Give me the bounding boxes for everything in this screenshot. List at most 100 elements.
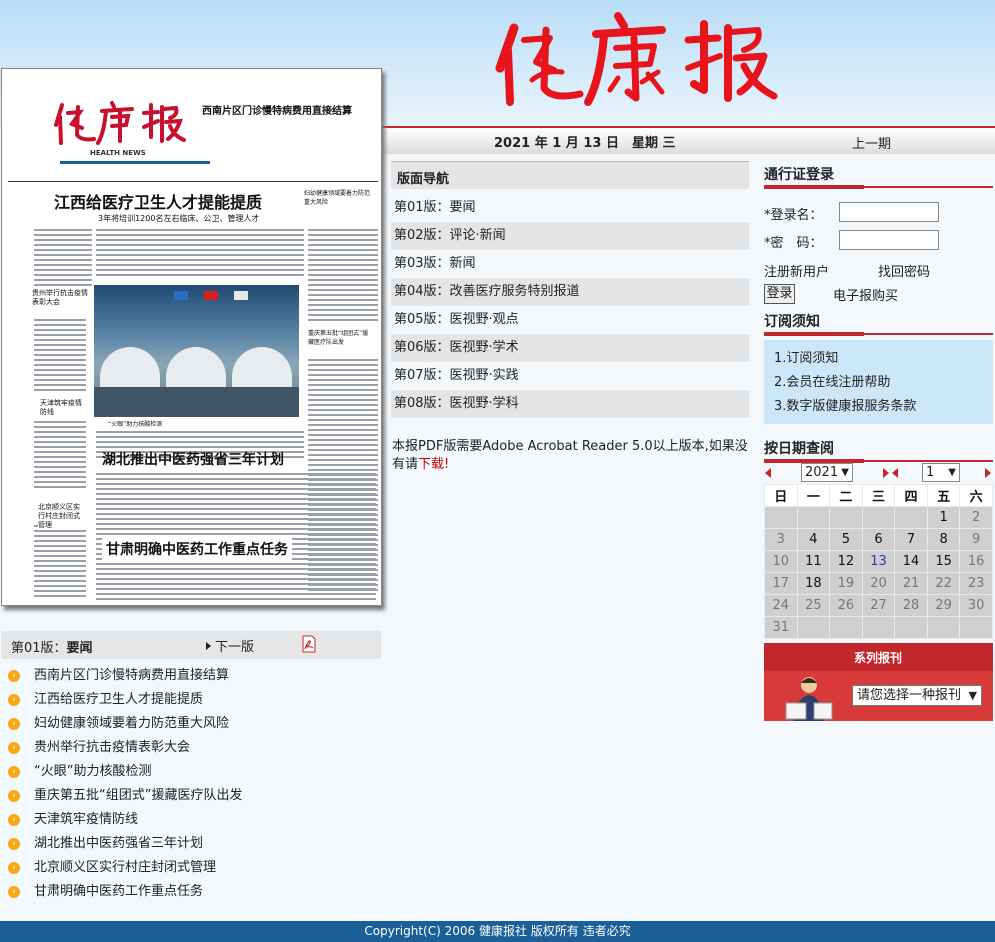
calendar-empty-cell: [796, 616, 831, 639]
forgot-password-link[interactable]: 找回密码: [878, 261, 930, 280]
section-nav-item[interactable]: 第06版：医视野·学术: [391, 334, 749, 362]
thumbnail-photo: [94, 285, 299, 417]
calendar-day[interactable]: 8: [926, 528, 961, 551]
notice-section-title: 订阅须知: [764, 311, 993, 336]
prev-year-icon[interactable]: [765, 468, 771, 478]
weekday-header: 三: [861, 484, 896, 507]
calendar-day[interactable]: 4: [796, 528, 831, 551]
notice-item[interactable]: 3.数字版健康报服务条款: [774, 396, 993, 420]
article-item[interactable]: › “火眼”助力核酸检测: [8, 760, 380, 784]
download-link[interactable]: 下载!: [418, 457, 449, 472]
register-link[interactable]: 注册新用户: [764, 261, 829, 280]
month-select[interactable]: 1 ▼: [922, 463, 960, 482]
thumbnail-text-block: [96, 229, 304, 279]
title-underline: [764, 332, 993, 336]
article-item[interactable]: › 江西给医疗卫生人才提能提质: [8, 688, 380, 712]
dropdown-arrow-icon: ▼: [948, 467, 956, 478]
calendar-day: 16: [959, 550, 993, 573]
next-month-icon[interactable]: [985, 468, 991, 478]
article-item[interactable]: › 湖北推出中医药强省三年计划: [8, 832, 380, 856]
calendar-section-title: 按日期查阅: [764, 438, 993, 463]
masthead-calligraphy: [495, 12, 778, 106]
section-nav-item[interactable]: 第05版：医视野·观点: [391, 306, 749, 334]
calendar-empty-cell: [959, 616, 993, 639]
calendar-day[interactable]: 5: [829, 528, 863, 551]
thumbnail-side6: 重庆第五批“组团式”援藏医疗队出发: [308, 330, 369, 346]
calendar-day[interactable]: 7: [894, 528, 928, 551]
article-item[interactable]: › 北京顺义区实行村庄封闭式管理: [8, 856, 380, 880]
thumbnail-main-subhead: 3年将培训1200名左右临床、公卫、管理人才: [98, 214, 260, 223]
masthead-logo[interactable]: [492, 10, 782, 110]
calendar-day[interactable]: 6: [861, 528, 896, 551]
page-thumbnail[interactable]: HEALTH NEWS 西南片区门诊慢特病费用直接结算 江西给医疗卫生人才提能提…: [1, 68, 382, 606]
calendar-day: 2: [959, 506, 993, 529]
calendar-day[interactable]: 15: [926, 550, 961, 573]
calendar-day[interactable]: 18: [796, 572, 831, 595]
date-bar: 2021 年 1 月 13 日 星期 三 上一期: [381, 128, 995, 154]
article-item[interactable]: › 甘肃明确中医药工作重点任务: [8, 880, 380, 904]
calendar-day: 29: [926, 594, 961, 617]
thumbnail-photo-dome: [232, 347, 292, 391]
calendar-day: 21: [894, 572, 928, 595]
calendar-day[interactable]: 13: [861, 550, 896, 573]
notice-item[interactable]: 2.会员在线注册帮助: [774, 372, 993, 396]
prev-month-icon[interactable]: [892, 468, 898, 478]
calendar-day[interactable]: 1: [926, 506, 961, 529]
thumbnail-photo-dome: [100, 347, 160, 391]
thumbnail-health-news: HEALTH NEWS: [90, 149, 146, 157]
weekday-header: 二: [829, 484, 863, 507]
thumbnail-photo-dome: [166, 347, 226, 391]
login-section-title: 通行证登录: [764, 164, 993, 189]
username-input[interactable]: [839, 202, 939, 222]
calendar-empty-cell: [861, 616, 896, 639]
section-nav-item[interactable]: 第02版：评论·新闻: [391, 222, 749, 250]
title-underline: [764, 185, 993, 189]
next-year-icon[interactable]: [883, 468, 889, 478]
calendar-day: 31: [764, 616, 798, 639]
thumbnail-top-headline: 西南片区门诊慢特病费用直接结算: [202, 106, 352, 117]
thumbnail-text-block: [34, 319, 86, 394]
notice-item[interactable]: 1.订阅须知: [774, 348, 993, 372]
article-item[interactable]: › 贵州举行抗击疫情表彰大会: [8, 736, 380, 760]
bullet-arrow-icon: ›: [8, 814, 20, 826]
calendar-day[interactable]: 12: [829, 550, 863, 573]
section-nav: 第01版：要闻 第02版：评论·新闻 第03版：新闻 第04版：改善医疗服务特别…: [391, 194, 749, 418]
article-item[interactable]: › 西南片区门诊慢特病费用直接结算: [8, 664, 380, 688]
next-edition-link[interactable]: 下一版: [206, 636, 254, 655]
notice-list: 1.订阅须知 2.会员在线注册帮助 3.数字版健康报服务条款: [764, 340, 993, 424]
calendar-empty-cell: [829, 616, 863, 639]
section-nav-item[interactable]: 第03版：新闻: [391, 250, 749, 278]
calendar-day: 19: [829, 572, 863, 595]
thumbnail-headline2: 湖北推出中医药强省三年计划: [102, 452, 284, 468]
prev-issue-link[interactable]: 上一期: [852, 133, 891, 152]
calendar-day: 9: [959, 528, 993, 551]
section-nav-item[interactable]: 第01版：要闻: [391, 194, 749, 222]
thumbnail-text-block: [34, 525, 86, 600]
bullet-arrow-icon: ›: [8, 694, 20, 706]
thumbnail-rule: [8, 181, 378, 182]
article-item[interactable]: › 妇幼健康领域要着力防范重大风险: [8, 712, 380, 736]
article-list: › 西南片区门诊慢特病费用直接结算 › 江西给医疗卫生人才提能提质 › 妇幼健康领域要…: [8, 664, 380, 904]
current-edition: 第01版：要闻: [11, 641, 93, 656]
thumbnail-headline3: 甘肃明确中医药工作重点任务: [102, 537, 292, 561]
calendar-day[interactable]: 11: [796, 550, 831, 573]
buy-epaper-link[interactable]: 电子报购买: [833, 285, 898, 304]
section-nav-item[interactable]: 第04版：改善医疗服务特别报道: [391, 278, 749, 306]
series-select[interactable]: 请您选择一种报刊 ▼: [852, 685, 982, 706]
article-item[interactable]: › 天津筑牢疫情防线: [8, 808, 380, 832]
calendar-day[interactable]: 14: [894, 550, 928, 573]
calendar-day: 20: [861, 572, 896, 595]
year-select[interactable]: 2021 ▼: [801, 463, 853, 482]
thumbnail-photo-flag: [174, 291, 188, 300]
section-nav-title: 版面导航: [391, 161, 749, 189]
thumbnail-text-block: [34, 229, 92, 289]
section-nav-item[interactable]: 第08版：医视野·学科: [391, 390, 749, 418]
edition-bar: 第01版：要闻 下一版: [1, 631, 381, 659]
article-item[interactable]: › 重庆第五批“组团式”援藏医疗队出发: [8, 784, 380, 808]
login-button[interactable]: 登录: [764, 284, 795, 304]
password-input[interactable]: [839, 230, 939, 250]
calendar-empty-cell: [764, 506, 798, 529]
calendar-day: 25: [796, 594, 831, 617]
section-nav-item[interactable]: 第07版：医视野·实践: [391, 362, 749, 390]
pdf-icon[interactable]: [301, 635, 317, 653]
